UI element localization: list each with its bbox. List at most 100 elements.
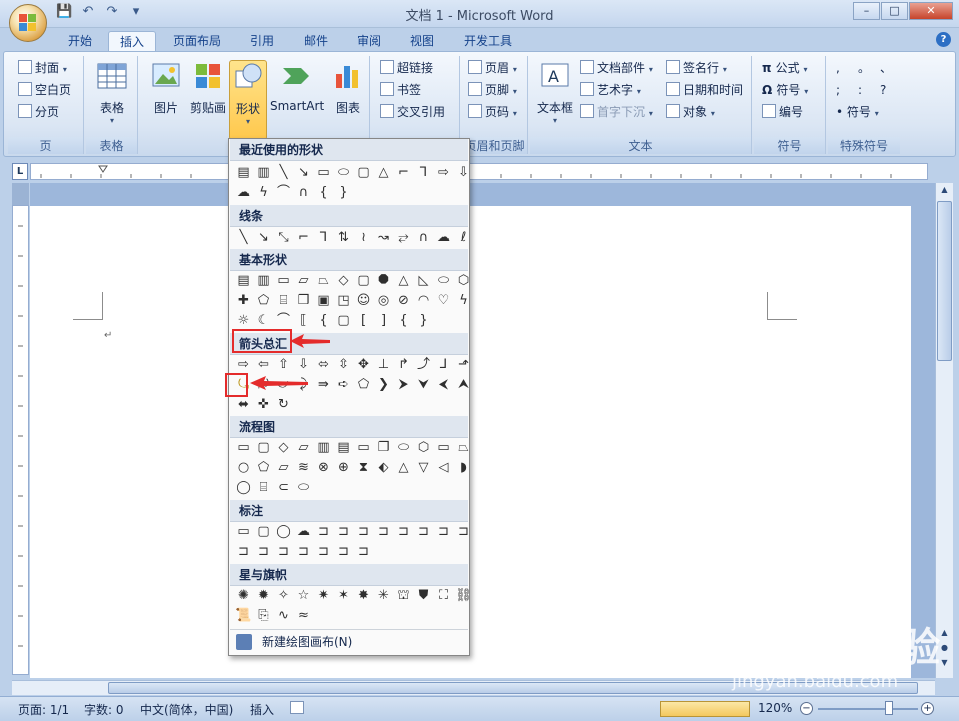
donut-shape[interactable]: ◎ (375, 292, 392, 309)
flow-sequential-access[interactable]: ◯ (235, 479, 252, 496)
left-brace-shape[interactable]: { (315, 184, 332, 201)
bookmark-button[interactable]: 书签 (380, 80, 421, 100)
triangle-shape[interactable]: △ (375, 164, 392, 181)
striped-right-arrow[interactable]: ⇛ (315, 376, 332, 393)
line-callout-14[interactable]: ⊐ (335, 543, 352, 560)
pentagon-shape[interactable]: ⬠ (255, 292, 272, 309)
flow-magnetic-disk[interactable]: ⌸ (255, 479, 272, 496)
cross-reference-button[interactable]: 交叉引用 (380, 102, 445, 122)
lightning-bolt-shape[interactable]: ϟ (455, 292, 472, 309)
right-brace-basic-shape[interactable]: } (415, 312, 432, 329)
left-right-arrow[interactable]: ⬄ (315, 356, 332, 373)
down-arrow-shape[interactable]: ⇩ (455, 164, 472, 181)
picture-button[interactable]: 图片 (146, 60, 186, 116)
elbow-arrow-line[interactable]: ⅂ (315, 229, 332, 246)
parallelogram-shape[interactable]: ▱ (295, 272, 312, 289)
line-callout-7[interactable]: ⊐ (435, 523, 452, 540)
flow-predefined[interactable]: ▥ (315, 439, 332, 456)
symbol-button[interactable]: Ω 符号 ▾ (762, 80, 808, 100)
oval-basic-shape[interactable]: ⬭ (435, 272, 452, 289)
notched-right-arrow[interactable]: ➪ (335, 376, 352, 393)
elbow-arrow-shape[interactable]: ⅂ (415, 164, 432, 181)
rounded-rectangle-shape[interactable]: ▢ (355, 272, 372, 289)
line-callout-13[interactable]: ⊐ (315, 543, 332, 560)
star-5[interactable]: ☆ (295, 587, 312, 604)
left-up-arrow[interactable]: ⅃ (435, 356, 452, 373)
vertical-scroll-thumb[interactable] (937, 201, 952, 361)
double-arrow-shape[interactable]: ⤡ (275, 229, 292, 246)
chart-button[interactable]: 图表 (328, 60, 368, 116)
signature-line-button[interactable]: 签名行 ▾ (666, 58, 727, 78)
pentagon-arrow[interactable]: ⬠ (355, 376, 372, 393)
table-button[interactable]: 表格 ▾ (92, 60, 132, 125)
arc-shape[interactable]: ⌒ (275, 184, 292, 201)
flow-display[interactable]: ⬭ (295, 479, 312, 496)
line-callout-12[interactable]: ⊐ (295, 543, 312, 560)
right-bracket-shape[interactable]: ] (375, 312, 392, 329)
horizontal-ruler[interactable] (30, 163, 928, 180)
straight-line-shape[interactable]: ╲ (235, 229, 252, 246)
wave[interactable]: ∿ (275, 607, 292, 624)
up-arrow-callout[interactable]: ⮝ (455, 376, 472, 393)
special-char-period[interactable]: 。 (858, 58, 870, 78)
flow-internal-storage[interactable]: ▤ (335, 439, 352, 456)
curved-double-arrow-line[interactable]: ⥂ (395, 229, 412, 246)
zoom-out-icon[interactable]: − (800, 702, 813, 715)
u-turn-arrow[interactable]: ⤴ (415, 356, 432, 373)
line-callout-15[interactable]: ⊐ (355, 543, 372, 560)
cube-shape[interactable]: ❒ (295, 292, 312, 309)
horizontal-scroll[interactable]: ⎘ (255, 607, 272, 624)
block-arc-shape[interactable]: ◠ (415, 292, 432, 309)
quad-arrow-callout[interactable]: ✜ (255, 396, 272, 413)
flow-manual-operation[interactable]: ⏢ (455, 439, 472, 456)
maximize-button[interactable]: □ (881, 2, 908, 20)
curved-ribbon-down[interactable]: ⛓ (455, 587, 472, 604)
block-left-arrow[interactable]: ⇦ (255, 356, 272, 373)
left-arrow-callout[interactable]: ⮜ (435, 376, 452, 393)
rect-callout[interactable]: ▭ (235, 523, 252, 540)
heart-shape[interactable]: ♡ (435, 292, 452, 309)
flow-process[interactable]: ▭ (235, 439, 252, 456)
line-shape[interactable]: ╲ (275, 164, 292, 181)
insert-mode[interactable]: 插入 (250, 701, 274, 718)
up-down-arrow[interactable]: ⇳ (335, 356, 352, 373)
line-callout-6[interactable]: ⊐ (415, 523, 432, 540)
arrow-line-shape[interactable]: ↘ (295, 164, 312, 181)
right-brace-shape[interactable]: } (335, 184, 352, 201)
tab-page-layout[interactable]: 页面布局 (164, 31, 230, 52)
plaque-shape[interactable]: ▢ (335, 312, 352, 329)
freeform-line[interactable]: ☁ (435, 229, 452, 246)
double-brace-shape[interactable]: { (315, 312, 332, 329)
wordart-button[interactable]: 艺术字 ▾ (580, 80, 641, 100)
line-callout-2[interactable]: ⊐ (335, 523, 352, 540)
no-symbol-shape[interactable]: ⊘ (395, 292, 412, 309)
flow-preparation[interactable]: ⬡ (415, 439, 432, 456)
help-icon[interactable]: ? (936, 32, 951, 47)
bent-arrow[interactable]: ↱ (395, 356, 412, 373)
equation-button[interactable]: π 公式 ▾ (762, 58, 808, 78)
tab-review[interactable]: 审阅 (347, 31, 391, 52)
flow-merge[interactable]: ▽ (415, 459, 432, 476)
flow-delay[interactable]: ◗ (455, 459, 472, 476)
flow-connector[interactable]: ○ (235, 459, 252, 476)
basic-textbox-shape[interactable]: ▤ (235, 272, 252, 289)
bent-up-arrow[interactable]: ⬏ (455, 356, 472, 373)
cross-shape[interactable]: ✚ (235, 292, 252, 309)
blank-page-button[interactable]: 空白页 (18, 80, 71, 100)
right-arrow-shape[interactable]: ⇨ (435, 164, 452, 181)
flow-summing[interactable]: ⊗ (315, 459, 332, 476)
flow-or[interactable]: ⊕ (335, 459, 352, 476)
tab-insert[interactable]: 插入 (108, 31, 156, 52)
line-callout-1[interactable]: ⊐ (315, 523, 332, 540)
flow-sort[interactable]: ⬖ (375, 459, 392, 476)
flow-extract[interactable]: △ (395, 459, 412, 476)
explosion-1[interactable]: ✺ (235, 587, 252, 604)
zoom-in-icon[interactable]: + (921, 702, 934, 715)
block-up-arrow[interactable]: ⇧ (275, 356, 292, 373)
moon-shape[interactable]: ☾ (255, 312, 272, 329)
hyperlink-button[interactable]: 超链接 (380, 58, 433, 78)
lightning-shape[interactable]: ϟ (255, 184, 272, 201)
double-bracket-shape[interactable]: ⟦ (295, 312, 312, 329)
zoom-slider[interactable] (818, 708, 918, 710)
elbow-connector-line[interactable]: ⌐ (295, 229, 312, 246)
